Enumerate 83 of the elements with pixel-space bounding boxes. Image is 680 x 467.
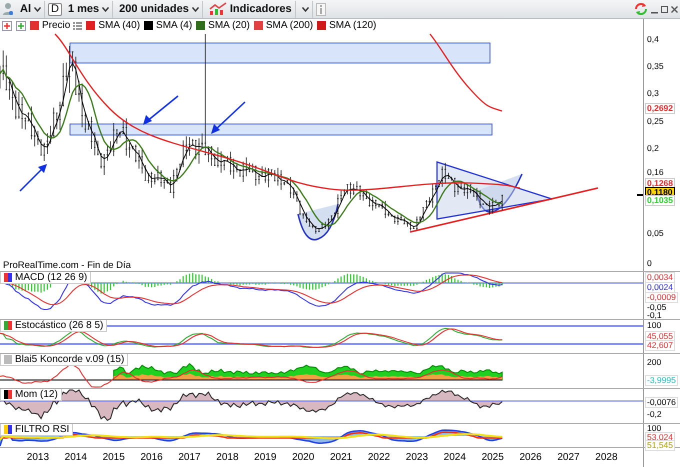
price-tag: 0,2692 bbox=[645, 103, 675, 114]
refresh-icon[interactable] bbox=[634, 2, 648, 16]
user-settings-icon[interactable] bbox=[2, 2, 14, 16]
year-label: 2016 bbox=[140, 452, 163, 463]
indicator-color-icon bbox=[4, 273, 12, 282]
caret-icon bbox=[192, 6, 199, 12]
year-label: 2023 bbox=[406, 452, 428, 463]
year-label: 2027 bbox=[557, 452, 580, 463]
period-button[interactable]: D bbox=[48, 2, 62, 16]
year-label: 2019 bbox=[254, 452, 276, 463]
units-dropdown[interactable]: 200 unidades bbox=[116, 0, 203, 18]
year-label: 2025 bbox=[482, 452, 504, 463]
legend-color-icon[interactable] bbox=[86, 21, 96, 30]
arrow-drawing bbox=[143, 95, 178, 125]
price-marker-icon bbox=[637, 194, 643, 196]
year-label: 2022 bbox=[368, 452, 390, 463]
year-label: 2018 bbox=[216, 452, 239, 463]
value-tag: -0,0009 bbox=[645, 292, 678, 303]
axis-label: 0,25 bbox=[647, 116, 664, 126]
add-object-icon[interactable] bbox=[16, 20, 26, 30]
legend-color-icon[interactable] bbox=[30, 21, 39, 30]
indicator-color-icon bbox=[4, 355, 12, 364]
year-label: 2014 bbox=[64, 452, 87, 463]
caret-icon bbox=[302, 6, 309, 12]
value-tag: 51,545 bbox=[645, 440, 675, 451]
indicator-color-icon bbox=[4, 390, 12, 399]
arrow-drawing bbox=[211, 101, 246, 134]
cup-pattern-drawing bbox=[297, 203, 339, 240]
year-label: 2015 bbox=[102, 452, 125, 463]
axis-label: 0,3 bbox=[647, 88, 659, 98]
timeframe-dropdown[interactable]: 1 mes bbox=[64, 0, 114, 18]
indicator-label[interactable]: MACD (12 26 9) bbox=[0, 272, 92, 284]
legend-label: SMA (4) bbox=[156, 20, 192, 31]
axis-label: -0,05 bbox=[647, 303, 666, 312]
axis-label: -0,2 bbox=[647, 410, 662, 419]
indicator-label[interactable]: Mom (12) bbox=[0, 389, 62, 401]
value-tag: 0,0034 bbox=[645, 272, 675, 283]
axis-label: 100 bbox=[647, 424, 662, 433]
indicator-color-icon bbox=[4, 321, 12, 330]
value-tag: 0,0024 bbox=[645, 282, 675, 293]
year-label: 2013 bbox=[26, 452, 50, 463]
add-indicator-icon[interactable] bbox=[2, 20, 12, 30]
year-label: 2020 bbox=[292, 452, 314, 463]
legend-label: SMA (200) bbox=[266, 20, 314, 31]
legend-label: Precio bbox=[42, 20, 70, 31]
axis-label: 200 bbox=[647, 358, 662, 367]
axis-label: -0,1 bbox=[647, 311, 662, 320]
legend-label: SMA (40) bbox=[98, 20, 140, 31]
axis-label: 0,2 bbox=[647, 143, 659, 153]
indicators-button[interactable]: Indicadores bbox=[206, 0, 296, 18]
axis-label: 0,05 bbox=[647, 228, 664, 238]
indicator-label[interactable]: Blai5 Koncorde v.09 (15) bbox=[0, 354, 128, 366]
arrow-drawing bbox=[19, 164, 47, 192]
value-tag: -3,9995 bbox=[645, 375, 678, 386]
year-label: 2028 bbox=[595, 452, 618, 463]
caret-icon bbox=[102, 6, 110, 12]
value-tag: -0,0076 bbox=[645, 397, 678, 408]
caret-icon bbox=[34, 6, 41, 12]
price-tag: 0,1035 bbox=[645, 195, 675, 206]
close-icon[interactable] bbox=[671, 4, 678, 14]
legend-color-icon[interactable] bbox=[196, 21, 206, 30]
list-icon[interactable] bbox=[73, 22, 82, 30]
legend-color-icon[interactable] bbox=[317, 21, 326, 30]
value-tag: 42,607 bbox=[645, 340, 675, 351]
legend-color-icon[interactable] bbox=[144, 21, 154, 30]
year-label: 2026 bbox=[519, 452, 542, 463]
instrument-dropdown[interactable]: Al bbox=[17, 0, 45, 18]
indicator-color-icon bbox=[4, 425, 12, 434]
indicator-label[interactable]: FILTRO RSI bbox=[0, 424, 74, 436]
axis-label: 0,16 bbox=[647, 167, 664, 177]
maximize-icon[interactable] bbox=[661, 4, 668, 14]
chart-icon bbox=[208, 2, 227, 16]
axis-label: 0,4 bbox=[647, 34, 659, 44]
axis-label: 0 bbox=[647, 258, 652, 268]
legend-label: SMA (20) bbox=[208, 20, 250, 31]
legend-color-icon[interactable] bbox=[254, 21, 263, 30]
indicator-label[interactable]: Estocástico (26 8 5) bbox=[0, 320, 108, 332]
axis-label: 100 bbox=[647, 321, 662, 330]
year-label: 2024 bbox=[444, 452, 466, 463]
year-label: 2017 bbox=[178, 452, 201, 463]
axis-label: 0,35 bbox=[647, 61, 664, 71]
legend-label: SMA (120) bbox=[329, 20, 376, 31]
year-label: 2021 bbox=[330, 452, 352, 463]
